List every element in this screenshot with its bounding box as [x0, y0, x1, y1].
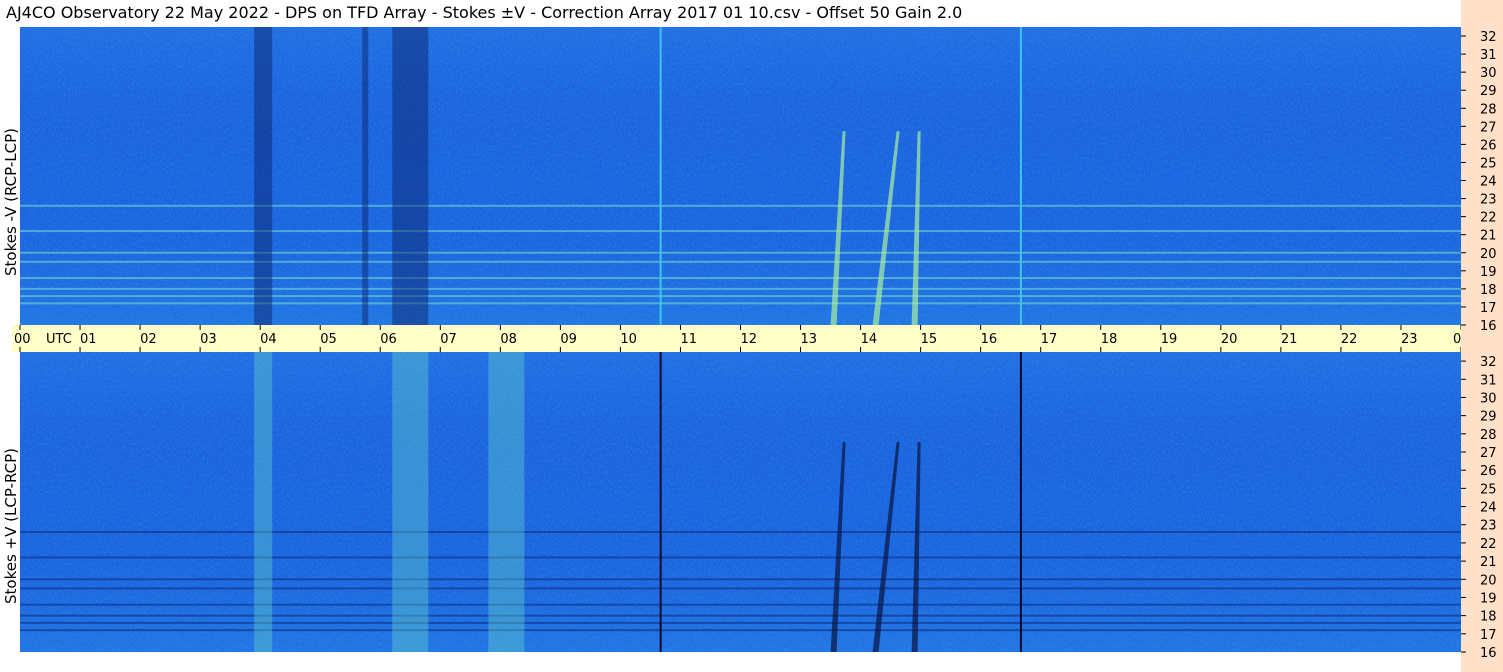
freq-tick-label: 32 — [1480, 355, 1497, 370]
lower-spectrogram — [20, 352, 1461, 652]
lower-ylabel: Stokes +V (LCP-RCP) — [2, 448, 20, 604]
time-tick-label: 09 — [560, 332, 577, 347]
time-tick-label: 05 — [320, 332, 337, 347]
time-tick-label: 08 — [500, 332, 517, 347]
freq-tick-label: 29 — [1480, 84, 1497, 99]
time-tick-label: 23 — [1401, 332, 1418, 347]
freq-tick-label: 28 — [1480, 102, 1497, 117]
freq-tick-label: 17 — [1480, 301, 1497, 316]
freq-tick-label: 29 — [1480, 410, 1497, 425]
spectrogram-svg: AJ4CO Observatory 22 May 2022 - DPS on T… — [2, 0, 1503, 672]
interference-line — [20, 230, 1461, 233]
freq-axis-strip — [1461, 0, 1503, 672]
freq-tick-label: 22 — [1480, 537, 1497, 552]
time-tick-label: 17 — [1041, 332, 1058, 347]
interference-line — [20, 287, 1461, 290]
freq-tick-label: 21 — [1480, 229, 1497, 244]
interference-line — [20, 295, 1461, 298]
utc-label: UTC — [46, 332, 72, 347]
time-tick-label: 07 — [440, 332, 457, 347]
freq-tick-label: 21 — [1480, 555, 1497, 570]
freq-tick-label: 26 — [1480, 138, 1497, 153]
freq-tick-label: 16 — [1480, 319, 1497, 334]
freq-tick-label: 30 — [1480, 66, 1497, 81]
lower-noise — [20, 352, 1461, 652]
time-tick-label: 10 — [620, 332, 637, 347]
freq-tick-label: 25 — [1480, 156, 1497, 171]
window-title: AJ4CO Observatory 22 May 2022 - DPS on T… — [6, 3, 962, 22]
freq-tick-label: 23 — [1480, 193, 1497, 208]
interference-line — [20, 603, 1461, 606]
freq-tick-label: 18 — [1480, 610, 1497, 625]
freq-tick-label: 26 — [1480, 464, 1497, 479]
freq-tick-label: 18 — [1480, 283, 1497, 298]
interference-line — [20, 621, 1461, 624]
time-tick-label: 19 — [1161, 332, 1178, 347]
freq-tick-label: 31 — [1480, 48, 1497, 63]
dark-band — [362, 27, 369, 325]
interference-line — [20, 260, 1461, 263]
time-axis-strip — [12, 325, 1463, 352]
interference-line — [20, 251, 1461, 254]
interference-line — [20, 531, 1461, 533]
time-tick-label: 13 — [801, 332, 818, 347]
freq-tick-label: 16 — [1480, 646, 1497, 661]
upper-spectrogram — [20, 27, 1461, 325]
time-tick-label: 18 — [1101, 332, 1118, 347]
interference-line — [20, 578, 1461, 581]
freq-tick-label: 20 — [1480, 573, 1497, 588]
time-tick-label: 22 — [1341, 332, 1358, 347]
dark-band — [254, 27, 273, 325]
freq-tick-label: 28 — [1480, 428, 1497, 443]
freq-tick-label: 27 — [1480, 446, 1497, 461]
freq-tick-label: 31 — [1480, 373, 1497, 388]
time-tick-label: 01 — [80, 332, 97, 347]
time-tick-label: 20 — [1221, 332, 1238, 347]
freq-tick-label: 19 — [1480, 591, 1497, 606]
freq-tick-label: 27 — [1480, 120, 1497, 135]
upper-noise — [20, 27, 1461, 325]
freq-tick-label: 22 — [1480, 211, 1497, 226]
time-tick-label: 21 — [1281, 332, 1298, 347]
interference-line — [20, 629, 1461, 632]
freq-tick-label: 25 — [1480, 482, 1497, 497]
interference-line — [20, 204, 1461, 207]
time-tick-label: 03 — [200, 332, 217, 347]
freq-tick-label: 32 — [1480, 30, 1497, 45]
dark-band — [392, 27, 429, 325]
time-tick-label: 11 — [680, 332, 697, 347]
freq-tick-label: 24 — [1480, 175, 1497, 190]
spectrogram-window: AJ4CO Observatory 22 May 2022 - DPS on T… — [0, 0, 1503, 672]
time-tick-label: 14 — [861, 332, 878, 347]
time-tick-label: 16 — [981, 332, 998, 347]
interference-line — [20, 556, 1461, 559]
upper-ylabel: Stokes -V (RCP-LCP) — [2, 128, 20, 276]
time-tick-label: 12 — [741, 332, 758, 347]
freq-tick-label: 24 — [1480, 501, 1497, 516]
interference-line — [20, 277, 1461, 280]
bright-band — [254, 352, 273, 652]
freq-tick-label: 30 — [1480, 391, 1497, 406]
bright-band — [392, 352, 429, 652]
freq-tick-label: 23 — [1480, 519, 1497, 534]
interference-line — [20, 614, 1461, 617]
interference-line — [20, 302, 1461, 305]
time-tick-label: 00 — [14, 332, 31, 347]
time-tick-label: 06 — [380, 332, 397, 347]
freq-tick-label: 20 — [1480, 247, 1497, 262]
freq-tick-label: 19 — [1480, 265, 1497, 280]
time-tick-label: 04 — [260, 332, 277, 347]
freq-tick-label: 17 — [1480, 628, 1497, 643]
bright-band — [488, 352, 525, 652]
interference-line — [20, 587, 1461, 590]
time-tick-label: 15 — [921, 332, 938, 347]
time-tick-label: 02 — [140, 332, 157, 347]
